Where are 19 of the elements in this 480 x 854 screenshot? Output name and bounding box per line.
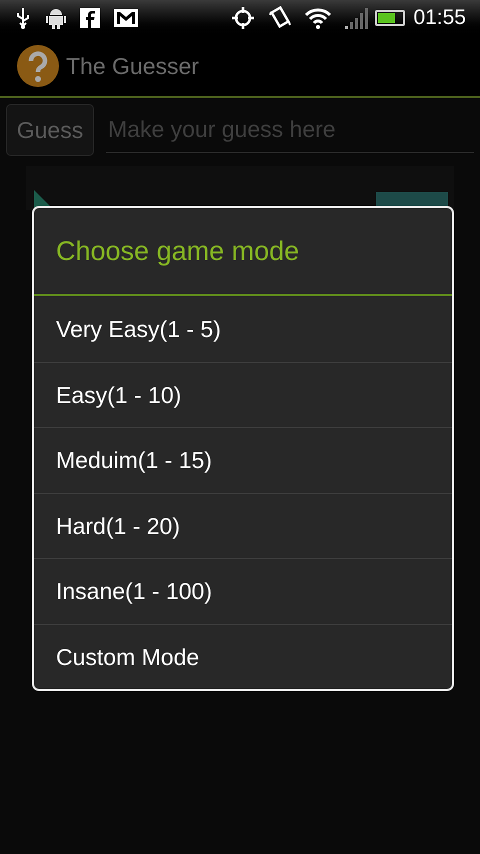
gps-icon [231, 6, 256, 30]
dialog-title: Choose game mode [56, 234, 300, 268]
mode-option[interactable]: Custom Mode [34, 624, 452, 689]
mail-icon [114, 9, 138, 27]
mode-option[interactable]: Easy(1 - 10) [34, 362, 452, 427]
clock-time: 01:55 [413, 5, 466, 32]
usb-icon [14, 7, 32, 29]
vibrate-icon [269, 6, 292, 30]
mode-option[interactable]: Hard(1 - 20) [34, 492, 452, 558]
facebook-icon [80, 8, 100, 28]
app-logo-icon [16, 44, 60, 88]
wifi-icon [305, 7, 332, 29]
mode-option[interactable]: Insane(1 - 100) [34, 558, 452, 624]
android-icon [46, 7, 66, 29]
app-title: The Guesser [66, 52, 199, 81]
signal-icon [345, 7, 370, 29]
battery-icon [375, 10, 406, 26]
mode-option[interactable]: Meduim(1 - 15) [34, 427, 452, 492]
mode-option[interactable]: Very Easy(1 - 5) [34, 296, 452, 362]
